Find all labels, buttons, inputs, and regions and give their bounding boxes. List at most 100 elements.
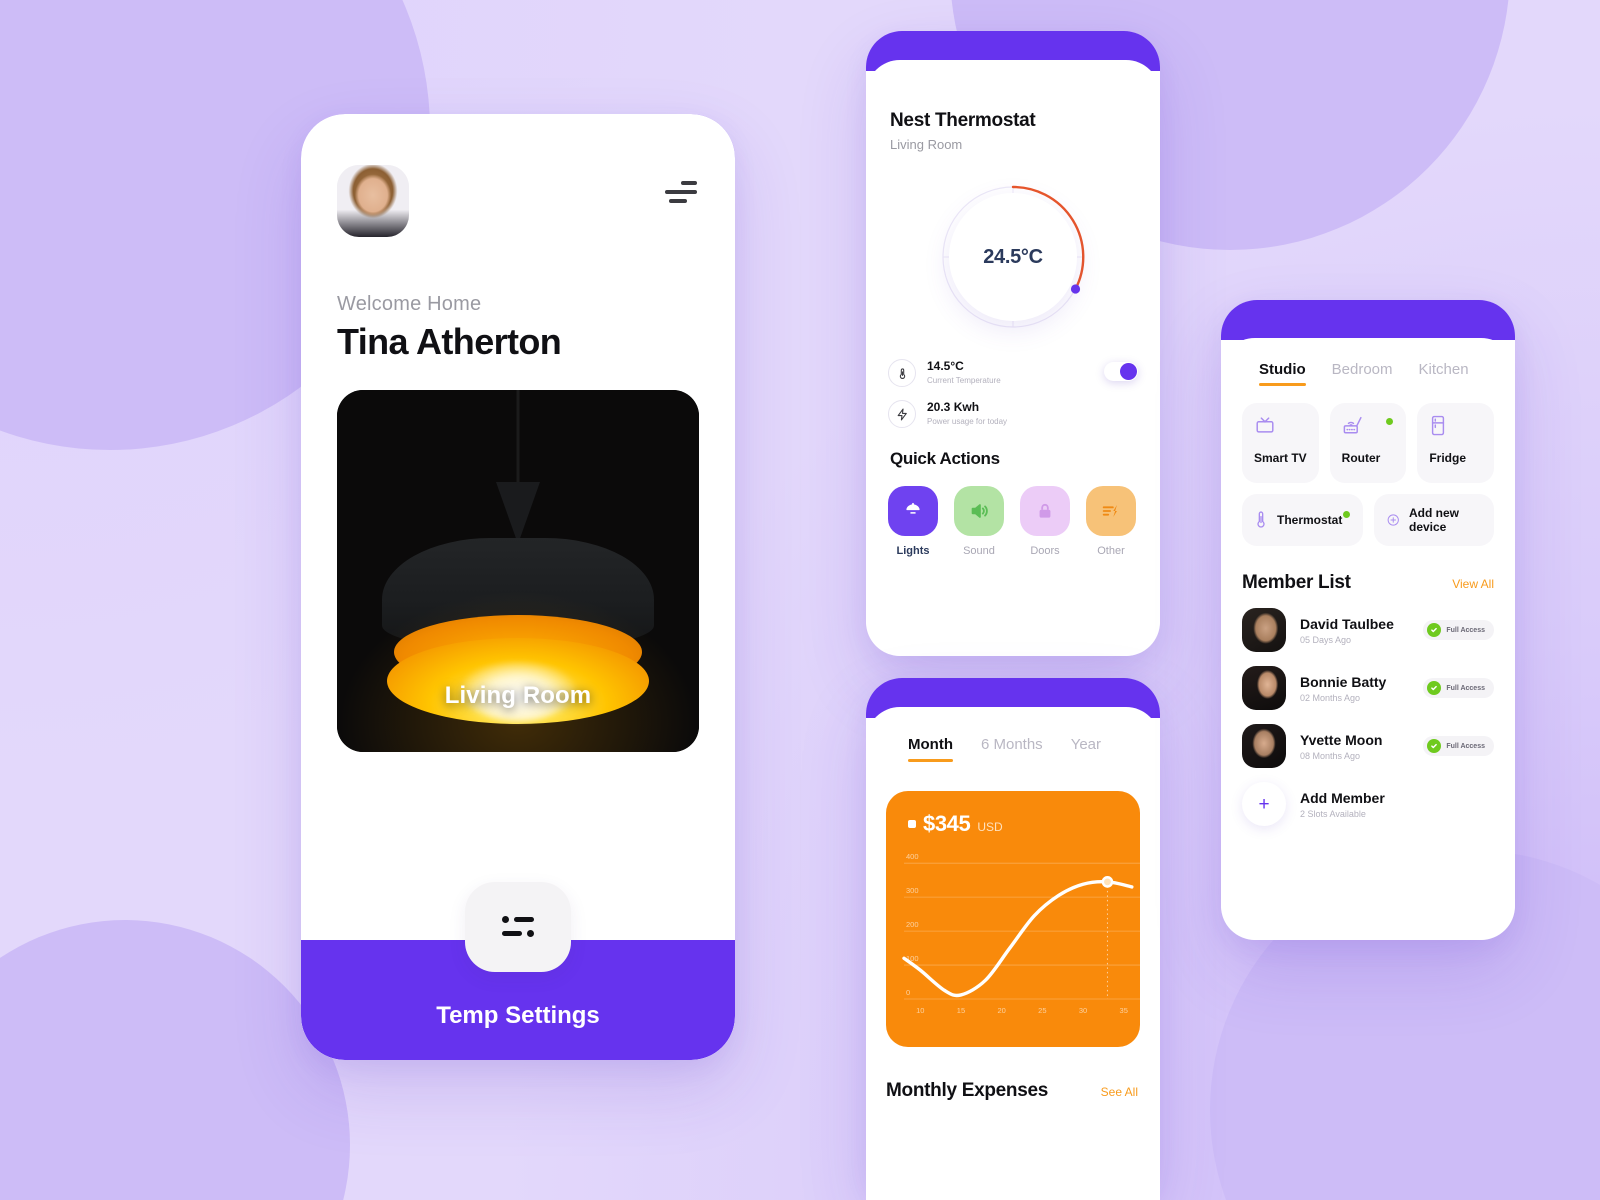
svg-text:400: 400 [906, 852, 919, 861]
add-member-slots: 2 Slots Available [1300, 808, 1366, 819]
status-badge: Full Access [1423, 736, 1494, 756]
member-list-header: Member List View All [1221, 546, 1515, 594]
device-card-fridge[interactable]: Fridge [1417, 403, 1495, 483]
device-card-router[interactable]: Router [1329, 403, 1407, 483]
svg-text:35: 35 [1120, 1006, 1128, 1015]
svg-text:30: 30 [1079, 1006, 1087, 1015]
hamburger-line-2 [665, 190, 697, 194]
list-item[interactable]: Bonnie Batty 02 Months Ago Full Access [1221, 652, 1515, 710]
main-home-phone: Welcome Home Tina Atherton Living Room T… [301, 114, 735, 1060]
status-badge: Full Access [1423, 678, 1494, 698]
see-all-link[interactable]: See All [1101, 1085, 1138, 1099]
devices-screen: Studio Bedroom Kitchen Smart TV Router F… [1221, 338, 1515, 940]
slider-row-2 [502, 930, 534, 937]
add-member-label: Add Member [1300, 789, 1385, 806]
device-card-add-new[interactable]: Add new device [1373, 494, 1494, 546]
svg-text:15: 15 [957, 1006, 965, 1015]
quick-action-label: Sound [963, 545, 995, 557]
tab-month[interactable]: Month [908, 736, 953, 762]
status-dot-online [1342, 511, 1350, 518]
bolt-icon [888, 400, 916, 428]
settings-fab-button[interactable] [465, 882, 571, 972]
stat-row-temperature: 14.5°C Current Temperature [888, 359, 1138, 387]
view-all-link[interactable]: View All [1452, 577, 1494, 591]
dial-center: 24.5°C [949, 193, 1077, 321]
status-dot-online [1386, 418, 1394, 425]
section-title: Monthly Expenses [886, 1080, 1049, 1101]
expenses-chart-card[interactable]: $345 USD 0 100 200 300 400 10 15 20 25 30 35 [886, 791, 1140, 1047]
list-item[interactable]: Yvette Moon 08 Months Ago Full Access [1221, 710, 1515, 768]
thermometer-icon [1257, 511, 1265, 528]
member-time: 05 Days Ago [1300, 634, 1352, 645]
device-card-smart-tv[interactable]: Smart TV [1242, 403, 1319, 483]
room-label: Living Room [444, 682, 592, 709]
avatar [1242, 666, 1286, 710]
thermostat-subtitle: Living Room [890, 137, 963, 152]
member-list-title: Member List [1242, 572, 1351, 593]
slider-track-2 [502, 931, 522, 936]
member-name: Yvette Moon [1300, 731, 1383, 748]
stat-text: 20.3 Kwh Power usage for today [927, 400, 1007, 427]
device-name: Fridge [1429, 451, 1467, 465]
stat-label: Current Temperature [927, 375, 1001, 385]
tab-bedroom[interactable]: Bedroom [1332, 361, 1393, 386]
quick-action-doors[interactable]: Doors [1020, 486, 1070, 557]
member-text: Bonnie Batty 02 Months Ago [1300, 674, 1423, 703]
device-card-thermostat[interactable]: Thermostat [1242, 494, 1363, 546]
tab-studio[interactable]: Studio [1259, 361, 1306, 386]
avatar [1242, 608, 1286, 652]
lamp-neck [496, 482, 540, 544]
svg-text:200: 200 [906, 920, 919, 929]
tab-kitchen[interactable]: Kitchen [1419, 361, 1469, 386]
member-time: 08 Months Ago [1300, 750, 1361, 761]
welcome-text: Welcome Home [337, 293, 482, 315]
quick-action-other[interactable]: Other [1086, 486, 1136, 557]
slider-track-1 [514, 917, 534, 922]
device-name: Thermostat [1277, 513, 1343, 527]
hamburger-menu-icon[interactable] [665, 180, 697, 206]
lamp-icon [906, 502, 920, 514]
hamburger-line-3 [669, 199, 687, 203]
other-tile [1086, 486, 1136, 536]
tab-6months[interactable]: 6 Months [981, 736, 1043, 762]
tab-year[interactable]: Year [1071, 736, 1101, 762]
quick-action-label: Other [1097, 545, 1125, 557]
quick-actions-row: Lights Sound Doors Other [866, 469, 1160, 557]
quick-action-sound[interactable]: Sound [954, 486, 1004, 557]
thermostat-phone: Nest Thermostat Living Room 24.5°C 14.5°… [866, 31, 1160, 656]
slider-row-1 [502, 916, 534, 923]
slider-knob-1 [502, 916, 509, 923]
device-grid-row-1: Smart TV Router Fridge [1221, 386, 1515, 483]
toggle-knob [1120, 363, 1137, 380]
tv-icon [1256, 417, 1274, 433]
chart-overlay-svg: 010020030040010 15 20 25 30 35 [902, 852, 1140, 1015]
devices-phone: Studio Bedroom Kitchen Smart TV Router F… [1221, 300, 1515, 940]
sound-tile [954, 486, 1004, 536]
dial-handle[interactable] [1070, 284, 1081, 294]
stat-value: 14.5°C [927, 358, 964, 373]
chart-currency: USD [977, 820, 1003, 834]
temperature-dial[interactable]: 24.5°C [937, 181, 1089, 333]
room-card[interactable]: Living Room [337, 390, 699, 752]
speaker-icon [971, 504, 988, 518]
expenses-phone: Month 6 Months Year $345 USD 0 100 200 300 4… [866, 678, 1160, 1200]
expenses-title-row: Monthly Expenses See All [866, 1047, 1160, 1102]
power-toggle[interactable] [1104, 362, 1138, 381]
device-name: Add new device [1408, 506, 1459, 534]
add-member-row[interactable]: + Add Member 2 Slots Available [1221, 768, 1515, 826]
avatar[interactable] [337, 165, 409, 237]
quick-actions-title: Quick Actions [890, 449, 1000, 468]
svg-text:25: 25 [1038, 1006, 1046, 1015]
svg-text:0: 0 [906, 988, 910, 997]
list-item[interactable]: David Taulbee 05 Days Ago Full Access [1221, 594, 1515, 652]
badge-label: Full Access [1446, 626, 1485, 634]
member-time: 02 Months Ago [1300, 692, 1361, 703]
check-icon [1427, 623, 1442, 637]
slider-knob-2 [527, 930, 534, 937]
room-tabs: Studio Bedroom Kitchen [1221, 338, 1515, 386]
chart-plot: 0 100 200 300 400 10 15 20 25 30 35 [886, 849, 1140, 1021]
chart-legend: $345 USD [886, 791, 1140, 837]
avatar-image [337, 165, 409, 237]
quick-action-lights[interactable]: Lights [888, 486, 938, 557]
lock-icon [1039, 503, 1051, 518]
